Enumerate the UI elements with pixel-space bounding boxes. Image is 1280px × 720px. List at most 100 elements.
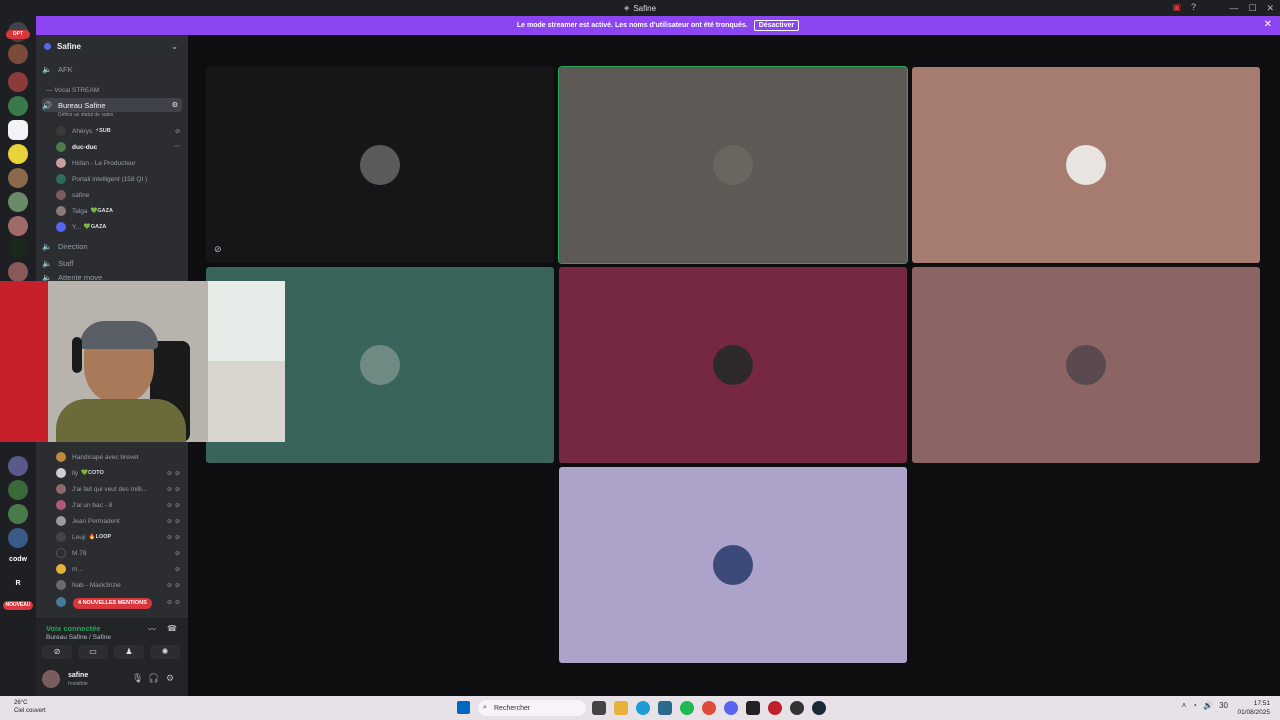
app-icon[interactable] <box>746 701 760 715</box>
battery-level[interactable]: 30 <box>1219 701 1228 710</box>
headphones-icon[interactable]: 🎧 <box>148 673 159 684</box>
server-icon[interactable] <box>8 144 28 164</box>
server-icon[interactable] <box>8 96 28 116</box>
server-icon[interactable] <box>8 262 28 282</box>
taskbar-search[interactable]: ⌕ Rechercher <box>478 700 586 716</box>
chevron-down-icon[interactable]: ⌄ <box>171 42 178 51</box>
server-icon[interactable] <box>8 480 28 500</box>
participant-tile[interactable] <box>912 67 1260 263</box>
minimize-button[interactable]: — <box>1229 3 1238 13</box>
server-icon[interactable] <box>8 168 28 188</box>
server-label[interactable]: R <box>2 580 34 587</box>
server-icon[interactable] <box>8 44 28 64</box>
inbox-icon[interactable]: ▣ <box>1172 2 1181 13</box>
voice-status-subtitle[interactable]: Bureau Safine / Safine <box>46 634 111 641</box>
network-icon[interactable]: ◔ <box>1192 701 1197 710</box>
voice-user[interactable]: safine <box>56 188 180 202</box>
task-view-icon[interactable] <box>592 701 606 715</box>
voice-user[interactable]: Hidan - Le Producteur <box>56 156 180 170</box>
close-button[interactable]: ✕ <box>1266 3 1274 14</box>
voice-user[interactable]: Leuji 🔥LOOP ⊘ ⊘ <box>56 530 180 544</box>
participant-tile-speaking[interactable] <box>558 66 908 264</box>
avatar <box>56 597 66 607</box>
avatar <box>1066 145 1106 185</box>
camera-off-button[interactable]: ⊘ <box>42 645 72 659</box>
disable-streamer-button[interactable]: Désactiver <box>753 20 800 31</box>
server-label[interactable]: codw <box>2 556 34 563</box>
voice-user[interactable]: Portail intelligent (158 QI ) <box>56 172 180 186</box>
settings-icon[interactable]: ⚙ <box>172 101 178 109</box>
help-icon[interactable]: ? <box>1191 2 1196 13</box>
server-icon[interactable] <box>8 72 28 92</box>
voice-user[interactable]: lly 💚COTO ⊘ ⊘ <box>56 466 180 480</box>
user-panel-name[interactable]: safine <box>68 672 88 679</box>
store-icon[interactable] <box>658 701 672 715</box>
server-icon[interactable] <box>8 456 28 476</box>
system-tray: ˄ ◔ 🔊 30 <box>1182 701 1228 710</box>
channel-direction[interactable]: 🔈 Direction <box>42 239 182 253</box>
gear-icon[interactable]: ⚙ <box>166 673 174 684</box>
server-icon[interactable] <box>8 120 28 140</box>
voice-user[interactable]: Ahérys ⚡SUB ⊘ <box>56 124 180 138</box>
new-mentions-pill[interactable]: 4 NOUVELLES MENTIONS <box>73 598 152 609</box>
voice-user[interactable]: Nab - Mack3nzie ⊘ ⊘ <box>56 578 180 592</box>
voice-user[interactable]: duc-duc ··· <box>56 140 180 154</box>
voice-user[interactable]: J'ai fait qui veut des milli... ⊘ ⊘ <box>56 482 180 496</box>
steam-icon[interactable] <box>812 701 826 715</box>
banner-close-icon[interactable]: ✕ <box>1264 19 1272 30</box>
more-icon[interactable]: ··· <box>174 144 180 150</box>
voice-user[interactable]: Jean Permadent ⊘ ⊘ <box>56 514 180 528</box>
noise-suppression-icon[interactable]: 〰 <box>148 624 156 635</box>
user-tag: ⚡SUB <box>95 128 111 134</box>
channel-bureau-safine[interactable]: 🔊 Bureau Safine ⚙ <box>42 98 182 112</box>
channel-staff[interactable]: 🔈 Staff <box>42 256 182 270</box>
voice-user[interactable]: J'ai un bac - 8 ⊘ ⊘ <box>56 498 180 512</box>
windows-start-icon[interactable] <box>457 701 470 714</box>
maximize-button[interactable]: ☐ <box>1248 3 1256 14</box>
server-icon[interactable] <box>8 528 28 548</box>
channel-attente-move[interactable]: 🔈 Attente move <box>42 273 182 281</box>
file-explorer-icon[interactable] <box>614 701 628 715</box>
participant-tile[interactable]: ⊘ <box>206 67 554 263</box>
participant-tile[interactable] <box>559 267 907 463</box>
weather-temp: 26°C <box>14 700 28 706</box>
participant-tile[interactable] <box>559 467 907 663</box>
edge-icon[interactable] <box>636 701 650 715</box>
app-icon[interactable] <box>768 701 782 715</box>
guild-header[interactable]: Safine ⌄ <box>36 35 188 57</box>
voice-user[interactable]: M.78 ⊘ <box>56 546 180 560</box>
voice-user[interactable]: m... ⊘ <box>56 562 180 576</box>
microphone-icon[interactable]: 🎙 <box>132 673 143 684</box>
screen-share-button[interactable]: ▭ <box>78 645 108 659</box>
disconnect-icon[interactable]: ☎ <box>167 624 177 633</box>
taskbar-clock[interactable]: 17:51 01/08/2025 <box>1237 699 1270 717</box>
voice-user[interactable]: Handicapé avec brevet <box>56 450 180 464</box>
soundboard-button[interactable]: ✺ <box>150 645 180 659</box>
app-icon[interactable] <box>790 701 804 715</box>
server-icon[interactable] <box>8 216 28 236</box>
voice-user[interactable]: Y... 💚GAZA <box>56 220 180 234</box>
channel-status[interactable]: Définir un statut de salon <box>58 112 113 118</box>
deafened-icon: ⊘ <box>174 518 180 525</box>
chrome-icon[interactable] <box>702 701 716 715</box>
server-icon[interactable] <box>8 238 28 258</box>
weather-widget[interactable]: 26°C Ciel couvert <box>14 699 46 715</box>
voice-user[interactable]: Talga 💚GAZA <box>56 204 180 218</box>
channel-afk[interactable]: 🔈 AFK <box>42 62 182 76</box>
avatar <box>713 545 753 585</box>
voice-status-title[interactable]: Voix connectée <box>46 624 100 633</box>
mic-muted-icon: ⊘ <box>174 566 180 573</box>
spotify-icon[interactable] <box>680 701 694 715</box>
chevron-up-icon[interactable]: ˄ <box>1182 701 1187 710</box>
speaker-icon: 🔈 <box>42 273 52 281</box>
server-icon[interactable] <box>8 192 28 212</box>
server-icon[interactable] <box>8 504 28 524</box>
avatar[interactable] <box>42 670 60 688</box>
mic-muted-icon: ⊘ <box>166 502 172 509</box>
volume-icon[interactable]: 🔊 <box>1203 701 1213 710</box>
clock-time: 17:51 <box>1253 700 1270 707</box>
activity-button[interactable]: ♟ <box>114 645 144 659</box>
category-header[interactable]: — Vocal STREAM <box>46 87 99 94</box>
participant-tile[interactable] <box>912 267 1260 463</box>
discord-icon[interactable] <box>724 701 738 715</box>
